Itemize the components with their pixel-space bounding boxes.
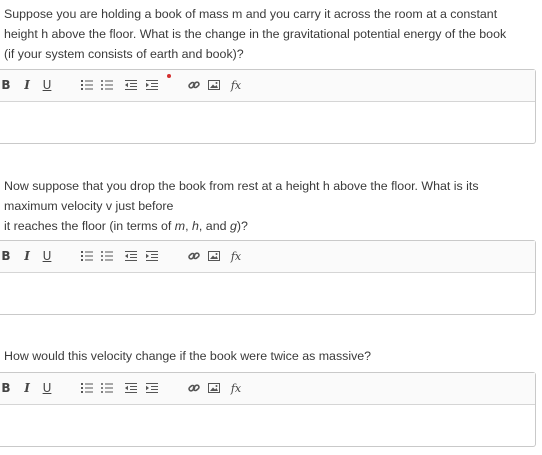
question-2-text: Now suppose that you drop the book from … (4, 176, 534, 236)
answer-input-1[interactable] (0, 102, 535, 143)
question-2-line-3: it reaches the floor (in terms of m, h, … (4, 216, 534, 236)
ordered-list-icon[interactable] (81, 77, 93, 93)
question-1-line-2: height h above the floor. What is the ch… (4, 27, 507, 41)
italic-button[interactable]: I (22, 248, 32, 264)
editor-toolbar: B I U fx (0, 241, 535, 273)
separator: , and (198, 219, 230, 233)
question-3-text: How would this velocity change if the bo… (4, 346, 534, 366)
link-icon[interactable] (188, 77, 200, 93)
answer-input-2[interactable] (0, 273, 535, 314)
bold-button[interactable]: B (1, 248, 11, 264)
separator: , (185, 219, 193, 233)
variable-g: g (229, 219, 237, 233)
unordered-list-icon[interactable] (101, 380, 113, 396)
indent-icon[interactable] (146, 248, 158, 264)
bold-button[interactable]: B (1, 77, 11, 93)
formula-icon[interactable]: fx (229, 380, 243, 396)
outdent-icon[interactable] (125, 248, 137, 264)
indent-icon[interactable] (146, 380, 158, 396)
image-icon[interactable] (208, 380, 220, 396)
editor-toolbar: B I U fx (0, 70, 535, 102)
image-icon[interactable] (208, 77, 220, 93)
formula-icon[interactable]: fx (229, 248, 243, 264)
underline-button[interactable]: U (42, 248, 52, 264)
question-2-line-3-prefix: it reaches the floor (in terms of (4, 219, 175, 233)
answer-editor-2: B I U fx (0, 240, 536, 315)
unordered-list-icon[interactable] (101, 77, 113, 93)
question-1-text: Suppose you are holding a book of mass m… (4, 4, 534, 64)
answer-editor-3: B I U fx (0, 372, 536, 447)
answer-input-3[interactable] (0, 405, 535, 446)
question-1-line-3: (if your system consists of earth and bo… (4, 47, 244, 61)
outdent-icon[interactable] (125, 77, 137, 93)
underline-button[interactable]: U (42, 380, 52, 396)
question-3-line-1: How would this velocity change if the bo… (4, 349, 372, 363)
outdent-icon[interactable] (125, 380, 137, 396)
ordered-list-icon[interactable] (81, 248, 93, 264)
variable-m: m (174, 219, 186, 233)
underline-button[interactable]: U (42, 77, 52, 93)
indent-icon[interactable] (146, 77, 158, 93)
ordered-list-icon[interactable] (81, 380, 93, 396)
question-2-line-1: Now suppose that you drop the book from … (4, 179, 479, 193)
red-indicator-dot (167, 74, 171, 78)
question-1-line-1: Suppose you are holding a book of mass m… (4, 7, 498, 21)
editor-toolbar: B I U fx (0, 373, 535, 405)
variable-h: h (192, 219, 199, 233)
link-icon[interactable] (188, 380, 200, 396)
link-icon[interactable] (188, 248, 200, 264)
formula-icon[interactable]: fx (229, 77, 243, 93)
answer-editor-1: B I U fx (0, 69, 536, 144)
question-2-line-3-suffix: )? (236, 219, 248, 233)
unordered-list-icon[interactable] (101, 248, 113, 264)
question-2-line-2: maximum velocity v just before (4, 199, 174, 213)
italic-button[interactable]: I (22, 77, 32, 93)
italic-button[interactable]: I (22, 380, 32, 396)
bold-button[interactable]: B (1, 380, 11, 396)
image-icon[interactable] (208, 248, 220, 264)
